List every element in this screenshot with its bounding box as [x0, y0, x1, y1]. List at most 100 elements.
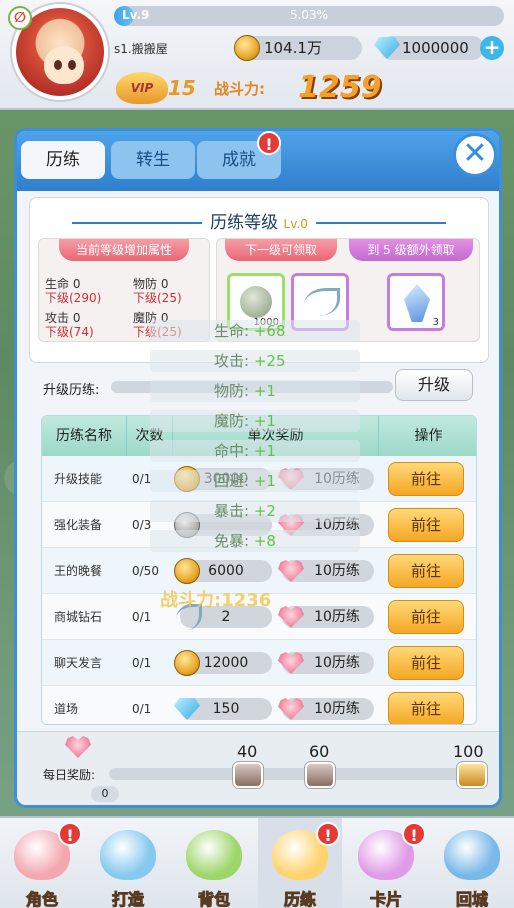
go-button[interactable]: 前往: [388, 692, 464, 724]
tooltip-row: 魔防: +1: [150, 410, 360, 432]
tooltip-row: 免暴: +8: [150, 530, 360, 552]
task-name: 升级技能: [54, 472, 103, 486]
nav-item-3[interactable]: ! 历练: [258, 818, 342, 908]
tooltip-row: 命中: +1: [150, 440, 360, 462]
chest-100-icon[interactable]: [457, 762, 487, 788]
table-row: 道场 0/1 150 10历练 前往: [42, 686, 476, 724]
tab-bar: 历练 转生 成就 ! ✕: [17, 131, 499, 191]
go-button[interactable]: 前往: [388, 600, 464, 634]
sound-mute-icon[interactable]: ∅: [8, 6, 32, 30]
power-label: 战斗力:: [214, 80, 265, 98]
tooltip-attr-value: +68: [253, 322, 286, 340]
coin-icon: [174, 650, 200, 676]
tooltip-attr-name: 物防:: [214, 382, 250, 400]
tooltip-attr-value: +1: [253, 472, 276, 490]
power-value: 1259: [298, 70, 382, 105]
vip-badge[interactable]: VIP 15: [116, 72, 206, 104]
avatar-eye-right: [68, 60, 76, 70]
task-reward: 6000: [208, 563, 244, 579]
nav-label: 背包: [197, 890, 230, 908]
training-panel: 历练 转生 成就 ! ✕ 历练等级 Lv.0 当前等级增加属性 生命 0 下级(…: [14, 128, 502, 808]
chest-60-icon[interactable]: [305, 762, 335, 788]
tooltip-attr-name: 命中:: [214, 442, 250, 460]
title-divider-left: [72, 222, 203, 224]
gold-display: 104.1万: [234, 35, 362, 61]
nav-item-4[interactable]: ! 卡片: [344, 818, 428, 908]
close-button[interactable]: ✕: [453, 133, 497, 177]
tooltip-row: 回避: +1: [150, 470, 360, 492]
go-button[interactable]: 前往: [388, 462, 464, 496]
daily-progress-bar: [109, 768, 479, 780]
nav-item-2[interactable]: 背包: [172, 818, 256, 908]
go-button[interactable]: 前往: [388, 646, 464, 680]
tooltip-row: 生命: +68: [150, 320, 360, 342]
coin-item-icon: [240, 286, 272, 318]
attr-hp-next: 下级(290): [45, 291, 102, 305]
tooltip-row: 攻击: +25: [150, 350, 360, 372]
go-button[interactable]: 前往: [388, 508, 464, 542]
reward-item-crystal[interactable]: 3: [387, 273, 445, 331]
upgrade-label: 升级历练:: [43, 383, 100, 398]
recharge-plus-button[interactable]: +: [480, 36, 504, 60]
tab-training[interactable]: 历练: [21, 141, 105, 179]
tooltip-attr-value: +1: [253, 382, 276, 400]
backpack-icon: [186, 830, 242, 880]
avatar-eye-left: [54, 60, 62, 70]
tooltip-attr-name: 回避:: [214, 472, 250, 490]
task-count: 0/50: [132, 564, 159, 578]
tooltip-attr-name: 生命:: [214, 322, 250, 340]
nav-label: 角色: [25, 890, 58, 908]
task-count: 0/1: [132, 702, 152, 716]
header-action: 操作: [378, 416, 476, 456]
nav-item-0[interactable]: ! 角色: [0, 818, 84, 908]
tab-rebirth[interactable]: 转生: [111, 141, 195, 179]
task-name: 道场: [54, 702, 79, 716]
task-exp: 10历练: [314, 655, 360, 671]
tooltip-attr-name: 暴击:: [214, 502, 250, 520]
server-name: s1.搬搬屋: [114, 42, 168, 56]
tooltip-attr-name: 免暴:: [214, 532, 250, 550]
nav-label: 卡片: [369, 890, 402, 908]
tooltip-row: 物防: +1: [150, 380, 360, 402]
castle-icon: [444, 830, 500, 880]
nav-alert-badge: !: [58, 822, 82, 846]
crystal-icon: [404, 284, 430, 322]
tooltip-attr-value: +1: [253, 412, 276, 430]
nav-label: 回城: [455, 890, 488, 908]
daily-reward-bar: 每日奖励: 0 40 60 100: [17, 731, 499, 805]
nav-item-5[interactable]: 回城: [430, 818, 514, 908]
table-row: 聊天发言 0/1 12000 10历练 前往: [42, 640, 476, 686]
task-exp: 10历练: [314, 609, 360, 625]
task-name: 强化装备: [54, 518, 103, 532]
reward-item-crystal-count: 3: [432, 317, 439, 328]
avatar-face: [44, 46, 84, 84]
milestone-40: 40: [237, 742, 258, 761]
tooltip-attr-name: 攻击:: [214, 352, 250, 370]
hammer-icon: [100, 830, 156, 880]
exp-percent: 5.03%: [289, 8, 329, 22]
header-name: 历练名称: [56, 428, 112, 444]
go-button[interactable]: 前往: [388, 554, 464, 588]
nav-item-1[interactable]: 打造: [86, 818, 170, 908]
chest-40-icon[interactable]: [233, 762, 263, 788]
tooltip-attr-value: +8: [253, 532, 276, 550]
tooltip-power: 战斗力:1236: [160, 590, 272, 611]
diamond-display: 1000000: [374, 36, 484, 60]
milestone-100: 100: [453, 742, 484, 761]
vip-level: 15: [168, 76, 196, 100]
nav-alert-badge: !: [402, 822, 426, 846]
top-status-bar: ∅ Lv.9 5.03% s1.搬搬屋 104.1万 1000000 + VIP…: [0, 0, 514, 110]
extra-reward-title: 到 5 级额外领取: [349, 239, 473, 261]
task-exp: 10历练: [314, 701, 360, 717]
task-count: 0/1: [132, 656, 152, 670]
tooltip-row: 暴击: +2: [150, 500, 360, 522]
diamond-amount: 1000000: [402, 39, 469, 57]
training-level-title: 历练等级 Lv.0: [30, 208, 488, 233]
title-divider-right: [315, 222, 446, 224]
attr-pdef-next: 下级(25): [133, 291, 182, 305]
tooltip-attr-value: +1: [253, 442, 276, 460]
task-exp: 10历练: [314, 563, 360, 579]
upgrade-button[interactable]: 升级: [395, 369, 473, 401]
diamond-icon: [374, 37, 400, 59]
gold-amount: 104.1万: [264, 39, 322, 57]
